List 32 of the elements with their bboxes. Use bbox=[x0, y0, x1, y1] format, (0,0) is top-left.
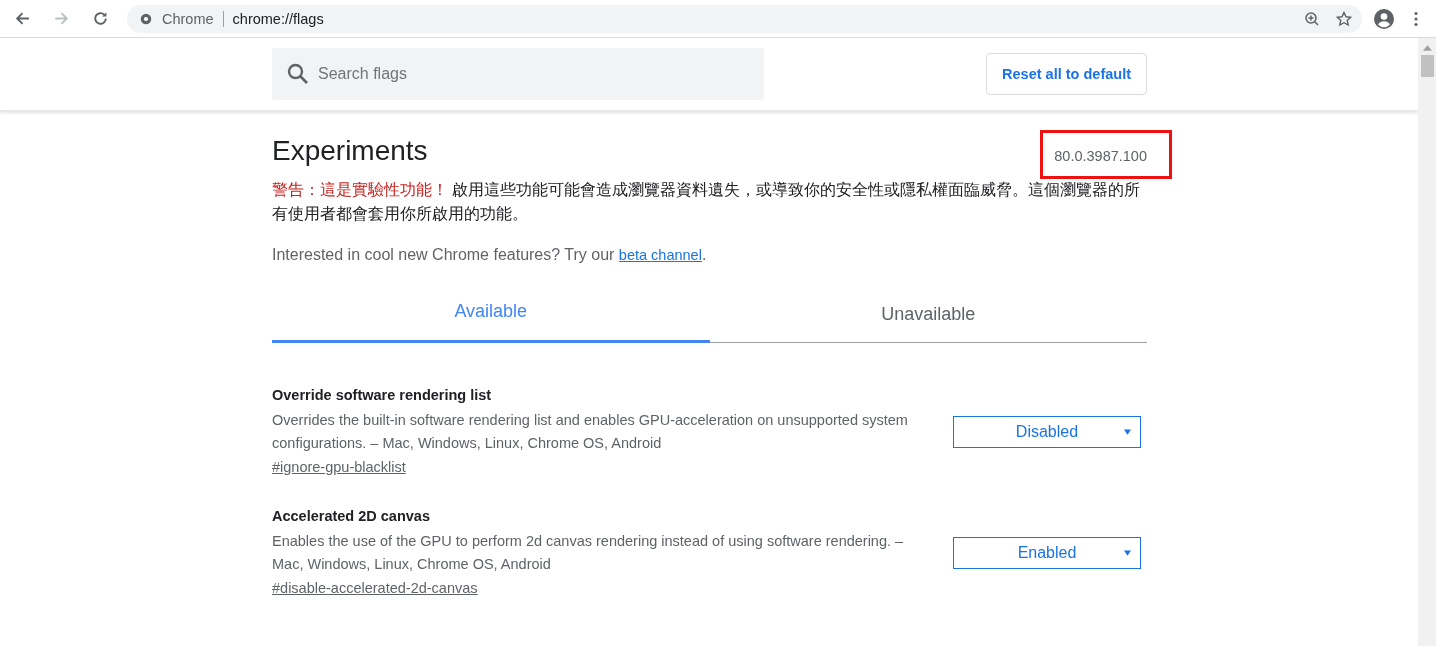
search-icon bbox=[286, 62, 310, 86]
profile-icon[interactable] bbox=[1374, 8, 1394, 29]
chrome-logo-icon bbox=[139, 11, 153, 26]
site-label: Chrome bbox=[162, 10, 214, 27]
version-label: 80.0.3987.100 bbox=[1040, 130, 1172, 179]
reset-button[interactable]: Reset all to default bbox=[986, 53, 1147, 95]
flag-description: Enables the use of the GPU to perform 2d canvas rendering instead of using software rendering. – Mac, Windows, Linux, Chrome OS, Android bbox=[272, 532, 905, 574]
address-bar[interactable]: Chrome chrome://flags bbox=[127, 4, 1362, 33]
tab[interactable]: Available bbox=[272, 290, 710, 343]
url-text: chrome://flags bbox=[232, 10, 324, 27]
caret-icon bbox=[1124, 549, 1131, 556]
warning-text: 警告：這是實驗性功能！ 啟用這些功能可能會造成瀏覽器資料遺失，或導致你的安全性或隱私權面臨威脅。這個瀏覽器的所有使用者都會套用你所啟用的功能。 bbox=[272, 180, 1142, 224]
flag-name: Override software rendering list bbox=[272, 387, 493, 403]
back-icon[interactable] bbox=[14, 10, 31, 27]
scrollbar[interactable] bbox=[1418, 38, 1436, 646]
flag-dropdown[interactable]: Enabled bbox=[953, 536, 1141, 569]
scroll-thumb[interactable] bbox=[1420, 55, 1434, 77]
star-icon[interactable] bbox=[1336, 10, 1352, 27]
page-title: Experiments bbox=[272, 134, 428, 167]
reload-icon[interactable] bbox=[92, 10, 109, 27]
menu-icon[interactable] bbox=[1414, 10, 1418, 27]
flag-name: Accelerated 2D canvas bbox=[272, 508, 431, 524]
tab[interactable]: Unavailable bbox=[709, 290, 1147, 343]
zoom-icon[interactable] bbox=[1304, 10, 1320, 27]
beta-channel-link[interactable]: beta channel bbox=[618, 247, 702, 263]
flag-dropdown[interactable]: Disabled bbox=[953, 415, 1141, 448]
intro-text: Interested in cool new Chrome features? Try our beta channel. bbox=[272, 246, 708, 264]
flag-description: Overrides the built-in software rendering list and enables GPU-acceleration on unsupported system configurations. – Mac, Windows, Linux, Chrome OS, Android bbox=[272, 411, 909, 453]
flag-link[interactable]: #disable-accelerated-2d-canvas bbox=[272, 580, 478, 596]
caret-icon bbox=[1124, 428, 1131, 435]
flag-link[interactable]: #ignore-gpu-blacklist bbox=[272, 459, 406, 475]
search-field[interactable]: Search flags bbox=[272, 48, 764, 100]
